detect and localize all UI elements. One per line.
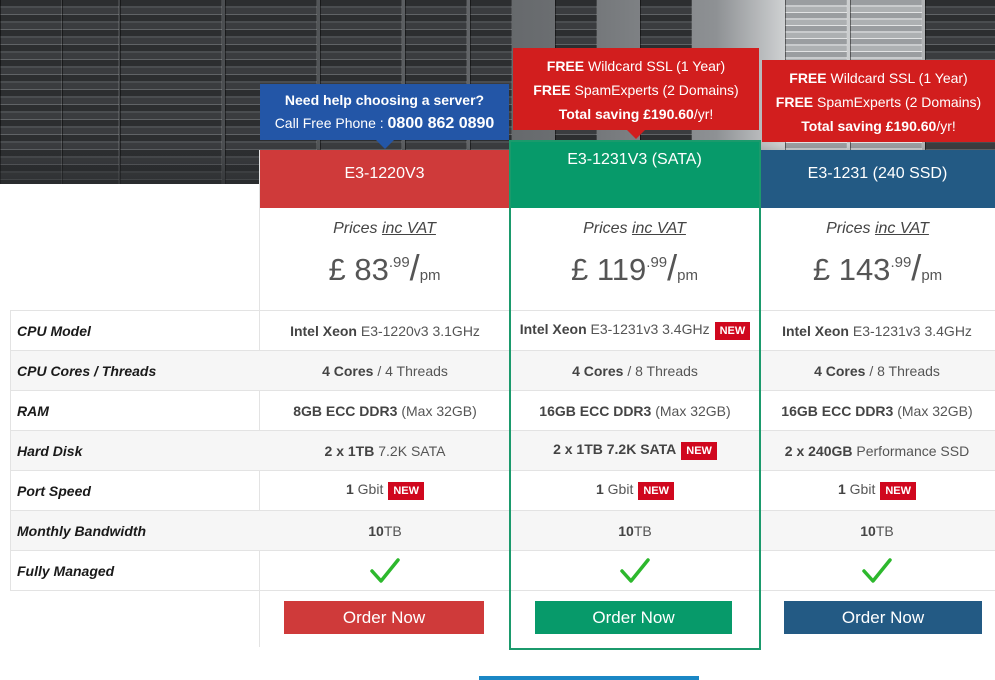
offer-callout: FREE Wildcard SSL (1 Year) FREE SpamExpe…	[762, 60, 995, 142]
table-row: Monthly Bandwidth 10TB 10TB 10TB	[10, 510, 995, 551]
vat-link[interactable]: inc VAT	[875, 220, 929, 237]
table-row: Port Speed 1 Gbit NEW 1 Gbit NEW 1 Gbit NEW	[10, 470, 995, 511]
table-row: CPU Cores / Threads 4 Cores / 4 Threads …	[10, 350, 995, 391]
new-badge: NEW	[880, 481, 917, 500]
new-badge: NEW	[714, 321, 751, 340]
checkmark-icon	[370, 557, 400, 583]
checkmark-icon	[620, 557, 650, 583]
new-badge: NEW	[681, 441, 717, 460]
vat-link[interactable]: inc VAT	[382, 220, 436, 237]
new-badge: NEW	[638, 481, 675, 500]
offer-callout: FREE Wildcard SSL (1 Year) FREE SpamExpe…	[513, 48, 759, 139]
plan-header: E3-1231V3 (SATA)	[510, 141, 759, 208]
checkmark-icon	[862, 557, 892, 583]
phone-number-link[interactable]: 0800 862 0890	[388, 115, 495, 132]
new-badge: NEW	[388, 481, 425, 500]
help-callout: Need help choosing a server? Call Free P…	[260, 84, 509, 149]
plan-header: E3-1220V3	[259, 150, 510, 208]
phone-label: Call Free Phone :	[274, 115, 384, 131]
help-title: Need help choosing a server?	[284, 92, 485, 108]
row-label: Hard Disk	[10, 430, 260, 471]
vat-link[interactable]: inc VAT	[632, 220, 686, 237]
row-label: Port Speed	[10, 470, 260, 511]
order-now-button[interactable]: Order Now	[784, 601, 982, 634]
table-row: Hard Disk 2 x 1TB 7.2K SATA 2 x 1TB 7.2K…	[10, 430, 995, 471]
row-label: Fully Managed	[10, 550, 260, 591]
row-label: RAM	[10, 390, 260, 431]
plan-price: Prices inc VAT £ 143.99/pm	[812, 220, 943, 288]
row-label: Monthly Bandwidth	[10, 510, 260, 551]
plan-header: E3-1231 (240 SSD)	[760, 150, 995, 208]
row-label: CPU Model	[10, 310, 260, 351]
table-row: Fully Managed	[10, 550, 995, 591]
plan-price: Prices inc VAT £ 119.99/pm	[570, 220, 698, 288]
row-label: CPU Cores / Threads	[10, 350, 260, 391]
order-now-button[interactable]: Order Now	[284, 601, 484, 634]
order-now-button[interactable]: Order Now	[535, 601, 732, 634]
table-row: RAM 8GB ECC DDR3 (Max 32GB) 16GB ECC DDR…	[10, 390, 995, 431]
table-row: CPU Model Intel Xeon E3-1220v3 3.1GHz In…	[10, 310, 995, 351]
section-divider	[479, 676, 699, 680]
plan-price: Prices inc VAT £ 83.99/pm	[328, 220, 441, 288]
spec-table: CPU Model Intel Xeon E3-1220v3 3.1GHz In…	[10, 310, 995, 591]
